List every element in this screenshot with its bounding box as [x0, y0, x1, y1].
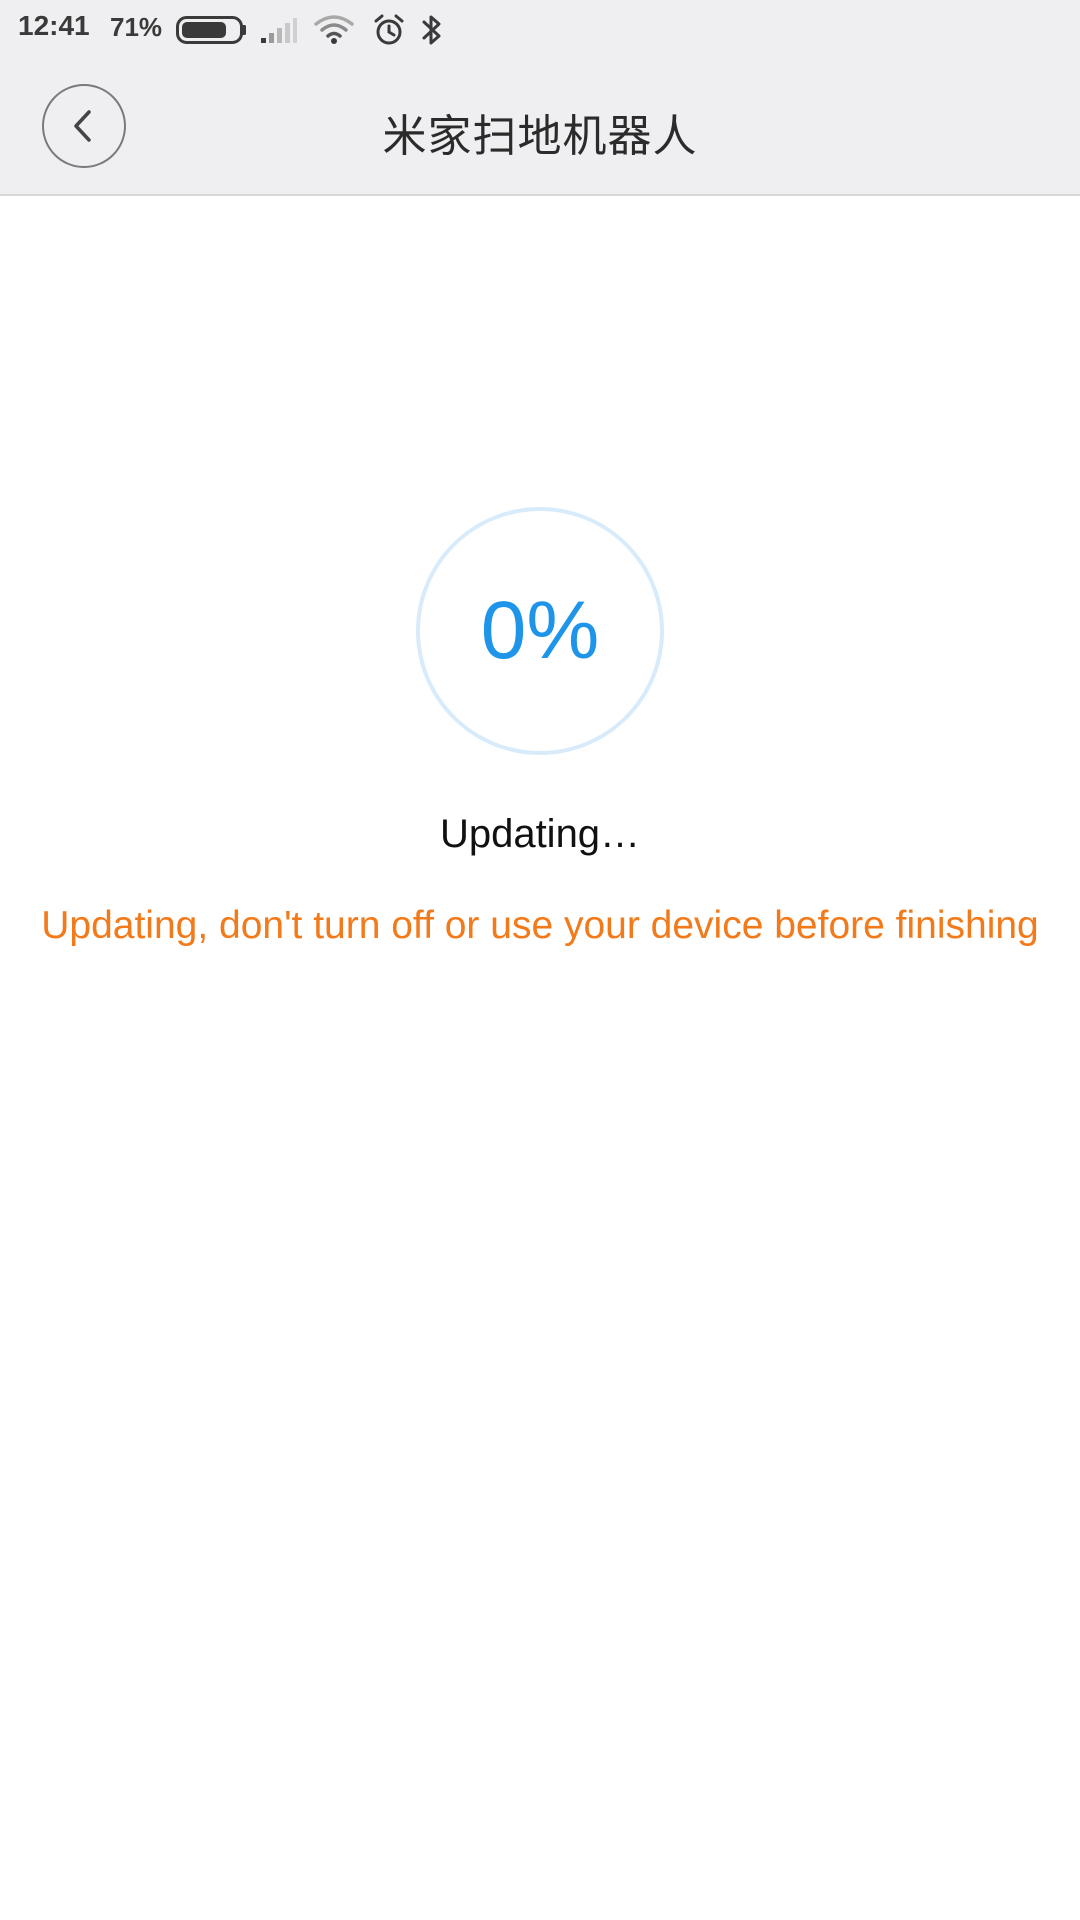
- battery-percent: 71%: [110, 12, 163, 42]
- wifi-icon: [314, 14, 354, 50]
- status-bar: 12:41 71%: [0, 0, 1080, 60]
- update-status-label: Updating…: [439, 812, 641, 856]
- update-screen: 12:41 71% 米家扫地机器人 0% Updating… Updating,…: [0, 0, 1080, 1920]
- progress-percent: 0%: [480, 585, 600, 676]
- nav-bar: 米家扫地机器人: [0, 60, 1080, 196]
- bluetooth-icon: [420, 13, 444, 51]
- alarm-icon: [372, 13, 406, 51]
- status-time: 12:41: [18, 10, 90, 41]
- battery-icon: [176, 16, 248, 48]
- update-warning: Updating, don't turn off or use your dev…: [41, 904, 1039, 947]
- signal-icon: [260, 16, 298, 48]
- page-title: 米家扫地机器人: [382, 111, 698, 162]
